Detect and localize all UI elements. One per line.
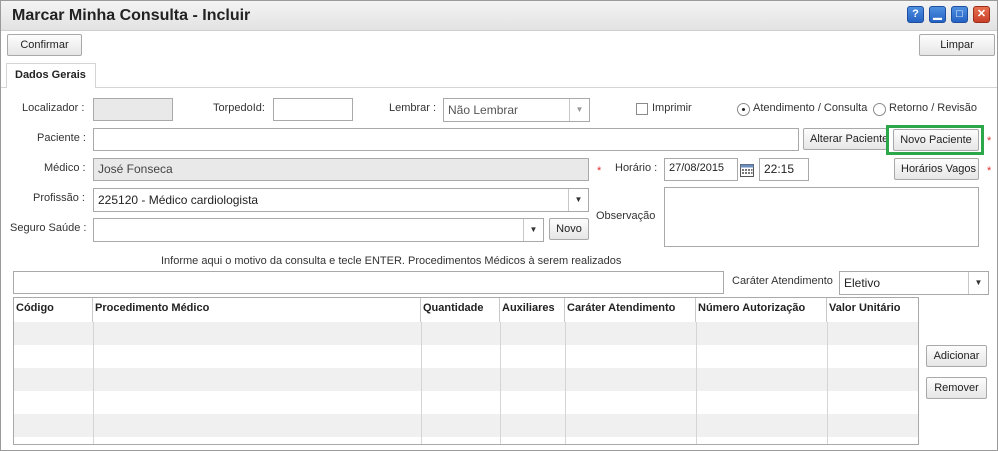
carater-value: Eletivo [844,276,881,290]
seguro-select[interactable]: ▼ [93,218,544,242]
table-row[interactable] [14,345,918,368]
tab-dados-gerais[interactable]: Dados Gerais [6,63,96,87]
col-valor[interactable]: Valor Unitário [827,298,918,322]
paciente-field[interactable] [93,128,799,151]
col-autorizacao[interactable]: Número Autorização [696,298,827,322]
clear-button[interactable]: Limpar [919,34,995,56]
torpedoid-label: TorpedoId: [213,102,265,114]
alterar-paciente-button[interactable]: Alterar Paciente [803,128,888,150]
chevron-down-icon: ▼ [968,272,988,294]
radio-retorno[interactable] [873,103,886,116]
lembrar-value: Não Lembrar [448,103,519,117]
time-field[interactable]: 22:15 [759,158,809,181]
lembrar-select[interactable]: Não Lembrar ▼ [443,98,590,122]
radio-atendimento-label: Atendimento / Consulta [753,102,868,114]
profissao-value: 225120 - Médico cardiologista [98,193,259,207]
calendar-icon[interactable] [740,163,754,177]
required-mark: * [987,165,992,177]
table-row[interactable] [14,322,918,345]
imprimir-checkbox[interactable] [636,103,648,115]
help-button[interactable]: ? [907,6,924,23]
window-title: Marcar Minha Consulta - Incluir [12,7,251,24]
close-button[interactable]: ✕ [973,6,990,23]
carater-select[interactable]: Eletivo ▼ [839,271,989,295]
col-procedimento[interactable]: Procedimento Médico [93,298,421,322]
table-row[interactable] [14,368,918,391]
profissao-select[interactable]: 225120 - Médico cardiologista ▼ [93,188,589,212]
table-row[interactable] [14,437,918,444]
motivo-hint: Informe aqui o motivo da consulta e tecl… [161,255,622,267]
horarios-vagos-button[interactable]: Horários Vagos [894,158,979,180]
horario-label: Horário : [615,162,658,174]
confirm-button[interactable]: Confirmar [7,34,82,56]
localizador-label: Localizador : [22,102,85,114]
profissao-label: Profissão : [33,192,85,204]
minimize-button[interactable]: ▁ [929,6,946,23]
col-auxiliares[interactable]: Auxiliares [500,298,565,322]
medico-field[interactable]: José Fonseca [93,158,589,181]
required-mark: * [597,165,602,177]
observacao-label: Observação [596,210,656,222]
lembrar-label: Lembrar : [389,102,437,114]
tab-divider [1,87,997,88]
observacao-textarea[interactable] [664,187,979,247]
radio-atendimento[interactable] [737,103,750,116]
procedures-table: Código Procedimento Médico Quantidade Au… [13,297,919,445]
torpedoid-field[interactable] [273,98,353,121]
motivo-field[interactable] [13,271,724,294]
seguro-label: Seguro Saúde : [10,222,87,234]
col-codigo[interactable]: Código [14,298,93,322]
chevron-down-icon: ▼ [568,189,588,211]
highlight-box [886,125,984,155]
table-row[interactable] [14,391,918,414]
localizador-field[interactable] [93,98,173,121]
imprimir-label: Imprimir [652,102,692,114]
medico-label: Médico : [44,162,86,174]
required-mark: * [987,135,992,147]
add-button[interactable]: Adicionar [926,345,987,367]
chevron-down-icon: ▼ [569,99,589,121]
maximize-button[interactable]: □ [951,6,968,23]
title-bar: Marcar Minha Consulta - Incluir ? ▁ □ ✕ [1,1,997,31]
radio-retorno-label: Retorno / Revisão [889,102,978,114]
paciente-label: Paciente : [37,132,86,144]
novo-seguro-button[interactable]: Novo [549,218,589,240]
carater-label: Caráter Atendimento [732,275,833,287]
col-quantidade[interactable]: Quantidade [421,298,500,322]
remove-button[interactable]: Remover [926,377,987,399]
dialog-window: Marcar Minha Consulta - Incluir ? ▁ □ ✕ … [0,0,998,451]
col-carater[interactable]: Caráter Atendimento [565,298,696,322]
date-field[interactable]: 27/08/2015 [664,158,738,181]
chevron-down-icon: ▼ [523,219,543,241]
table-row[interactable] [14,414,918,437]
